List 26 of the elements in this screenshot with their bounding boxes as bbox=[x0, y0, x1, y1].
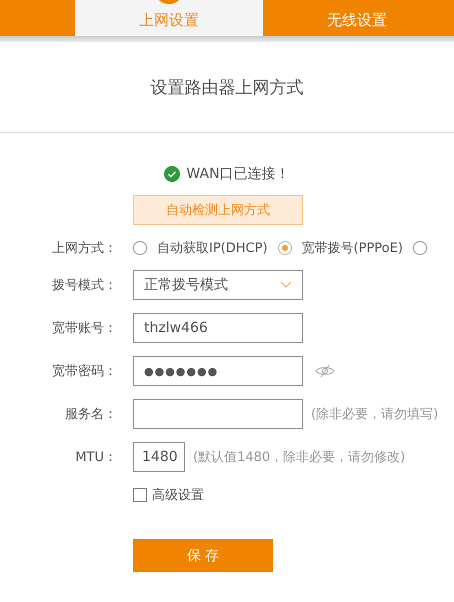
input-field[interactable]: thzlw466 bbox=[133, 313, 303, 343]
radio-button[interactable] bbox=[133, 241, 147, 255]
field-label: 拨号模式： bbox=[51, 277, 117, 294]
hint-text: (除非必要，请勿填写) bbox=[311, 406, 438, 423]
hint-text: (默认值1480，除非必要，请勿修改) bbox=[193, 449, 406, 466]
radio-option[interactable]: 宽带拨号(PPPoE) bbox=[278, 239, 403, 257]
radio-button[interactable] bbox=[412, 241, 427, 255]
radio-label: 宽带拨号(PPPoE) bbox=[302, 240, 403, 257]
field-label: 服务名： bbox=[64, 406, 117, 423]
radio-label: 自动获取IP(DHCP) bbox=[157, 240, 268, 257]
field-label: MTU： bbox=[74, 449, 117, 466]
page-heading: 设置路由器上网方式 bbox=[150, 77, 304, 100]
dropdown[interactable]: 正常拨号模式 bbox=[133, 270, 303, 300]
checkbox-label: 高级设置 bbox=[152, 487, 204, 504]
input-field[interactable]: 1480 bbox=[133, 442, 185, 472]
radio-option[interactable]: 自动获取IP(DHCP) bbox=[133, 239, 268, 257]
field-label: 上网方式： bbox=[51, 240, 117, 257]
status-text: WAN口已连接！ bbox=[186, 165, 290, 183]
caret-icon bbox=[280, 281, 292, 289]
eye-slash-icon[interactable] bbox=[315, 364, 335, 378]
input-field[interactable]: ●●●●●●● bbox=[133, 356, 303, 386]
radio-button[interactable] bbox=[278, 241, 292, 255]
field-label: 宽带密码： bbox=[51, 363, 117, 380]
checkbox[interactable] bbox=[133, 488, 147, 502]
input-field[interactable] bbox=[133, 399, 303, 429]
field-label: 宽带账号： bbox=[51, 320, 117, 337]
